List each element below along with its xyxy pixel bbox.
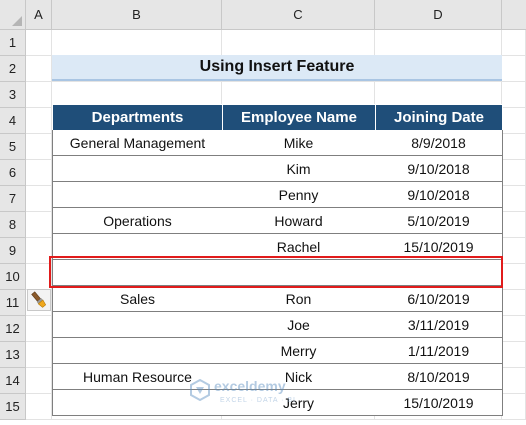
row-header[interactable]: 5: [0, 134, 26, 160]
employee-name-cell[interactable]: Penny: [222, 182, 376, 208]
grid-cell[interactable]: [26, 342, 52, 368]
row-header[interactable]: 7: [0, 186, 26, 212]
joining-date-cell[interactable]: 9/10/2018: [375, 156, 503, 182]
grid-cell[interactable]: [26, 212, 52, 238]
row-header[interactable]: 9: [0, 238, 26, 264]
grid-cell[interactable]: [502, 316, 526, 342]
grid-cell[interactable]: [26, 186, 52, 212]
grid-cell[interactable]: [375, 30, 502, 56]
grid-cell[interactable]: [502, 160, 526, 186]
grid-cell[interactable]: [502, 82, 526, 108]
joining-date-cell[interactable]: 15/10/2019: [375, 390, 503, 416]
grid-cell[interactable]: [502, 56, 526, 82]
row-header[interactable]: 14: [0, 368, 26, 394]
grid-cell[interactable]: [502, 212, 526, 238]
grid-cell[interactable]: [502, 342, 526, 368]
grid-cell[interactable]: [502, 108, 526, 134]
department-cell[interactable]: [52, 312, 223, 338]
grid-cell[interactable]: [222, 30, 375, 56]
department-cell[interactable]: Operations: [52, 208, 223, 234]
row-header[interactable]: 10: [0, 264, 26, 290]
column-header-a[interactable]: A: [26, 0, 52, 30]
grid-cell[interactable]: [26, 160, 52, 186]
joining-date-cell[interactable]: 3/11/2019: [375, 312, 503, 338]
row-header[interactable]: 3: [0, 82, 26, 108]
row-header[interactable]: 12: [0, 316, 26, 342]
row-header[interactable]: 13: [0, 342, 26, 368]
select-all-corner[interactable]: [0, 0, 26, 30]
inserted-row-highlight: [49, 256, 503, 288]
department-cell[interactable]: General Management: [52, 130, 223, 156]
joining-date-cell[interactable]: 1/11/2019: [375, 338, 503, 364]
joining-date-cell[interactable]: 6/10/2019: [375, 286, 503, 312]
grid-cell[interactable]: [502, 368, 526, 394]
grid-cell[interactable]: [502, 134, 526, 160]
grid-cell[interactable]: [26, 368, 52, 394]
joining-date-cell[interactable]: 8/9/2018: [375, 130, 503, 156]
grid-cell[interactable]: [52, 30, 222, 56]
row-header[interactable]: 15: [0, 394, 26, 420]
grid-cell[interactable]: [26, 108, 52, 134]
department-cell[interactable]: [52, 182, 223, 208]
row-header[interactable]: 2: [0, 56, 26, 82]
watermark-subtitle: EXCEL · DATA · BI: [220, 397, 296, 404]
watermark-name: exceldemy: [214, 378, 286, 394]
grid-cell[interactable]: [502, 394, 526, 420]
sheet-title[interactable]: Using Insert Feature: [52, 55, 502, 81]
joining-date-cell[interactable]: 9/10/2018: [375, 182, 503, 208]
employee-name-cell[interactable]: Mike: [222, 130, 376, 156]
grid-cell[interactable]: [26, 394, 52, 420]
column-header-b[interactable]: B: [52, 0, 222, 30]
grid-cell[interactable]: [26, 82, 52, 108]
column-header-d[interactable]: D: [375, 0, 502, 30]
column-header-c[interactable]: C: [222, 0, 375, 30]
row-header[interactable]: 4: [0, 108, 26, 134]
employee-name-cell[interactable]: Merry: [222, 338, 376, 364]
department-cell[interactable]: Sales: [52, 286, 223, 312]
column-header-e[interactable]: [502, 0, 526, 30]
paintbrush-icon[interactable]: [27, 289, 51, 311]
grid-cell[interactable]: [502, 264, 526, 290]
joining-date-cell[interactable]: 8/10/2019: [375, 364, 503, 390]
header-joining-date[interactable]: Joining Date: [375, 104, 503, 131]
row-header[interactable]: 11: [0, 290, 26, 316]
grid-cell[interactable]: [502, 290, 526, 316]
header-employee-name[interactable]: Employee Name: [222, 104, 376, 131]
row-header[interactable]: 8: [0, 212, 26, 238]
grid-cell[interactable]: [502, 238, 526, 264]
employee-name-cell[interactable]: Howard: [222, 208, 376, 234]
department-cell[interactable]: [52, 156, 223, 182]
department-cell[interactable]: [52, 338, 223, 364]
watermark: exceldemy EXCEL · DATA · BI: [190, 377, 340, 417]
grid-cell[interactable]: [26, 30, 52, 56]
row-header[interactable]: 1: [0, 30, 26, 56]
grid-cell[interactable]: [26, 56, 52, 82]
exceldemy-logo-icon: [190, 379, 210, 401]
header-departments[interactable]: Departments: [52, 104, 223, 131]
row-header[interactable]: 6: [0, 160, 26, 186]
grid-cell[interactable]: [502, 30, 526, 56]
employee-name-cell[interactable]: Ron: [222, 286, 376, 312]
employee-name-cell[interactable]: Joe: [222, 312, 376, 338]
grid-cell[interactable]: [26, 134, 52, 160]
joining-date-cell[interactable]: 5/10/2019: [375, 208, 503, 234]
grid-cell[interactable]: [26, 316, 52, 342]
grid-cell[interactable]: [502, 186, 526, 212]
employee-name-cell[interactable]: Kim: [222, 156, 376, 182]
